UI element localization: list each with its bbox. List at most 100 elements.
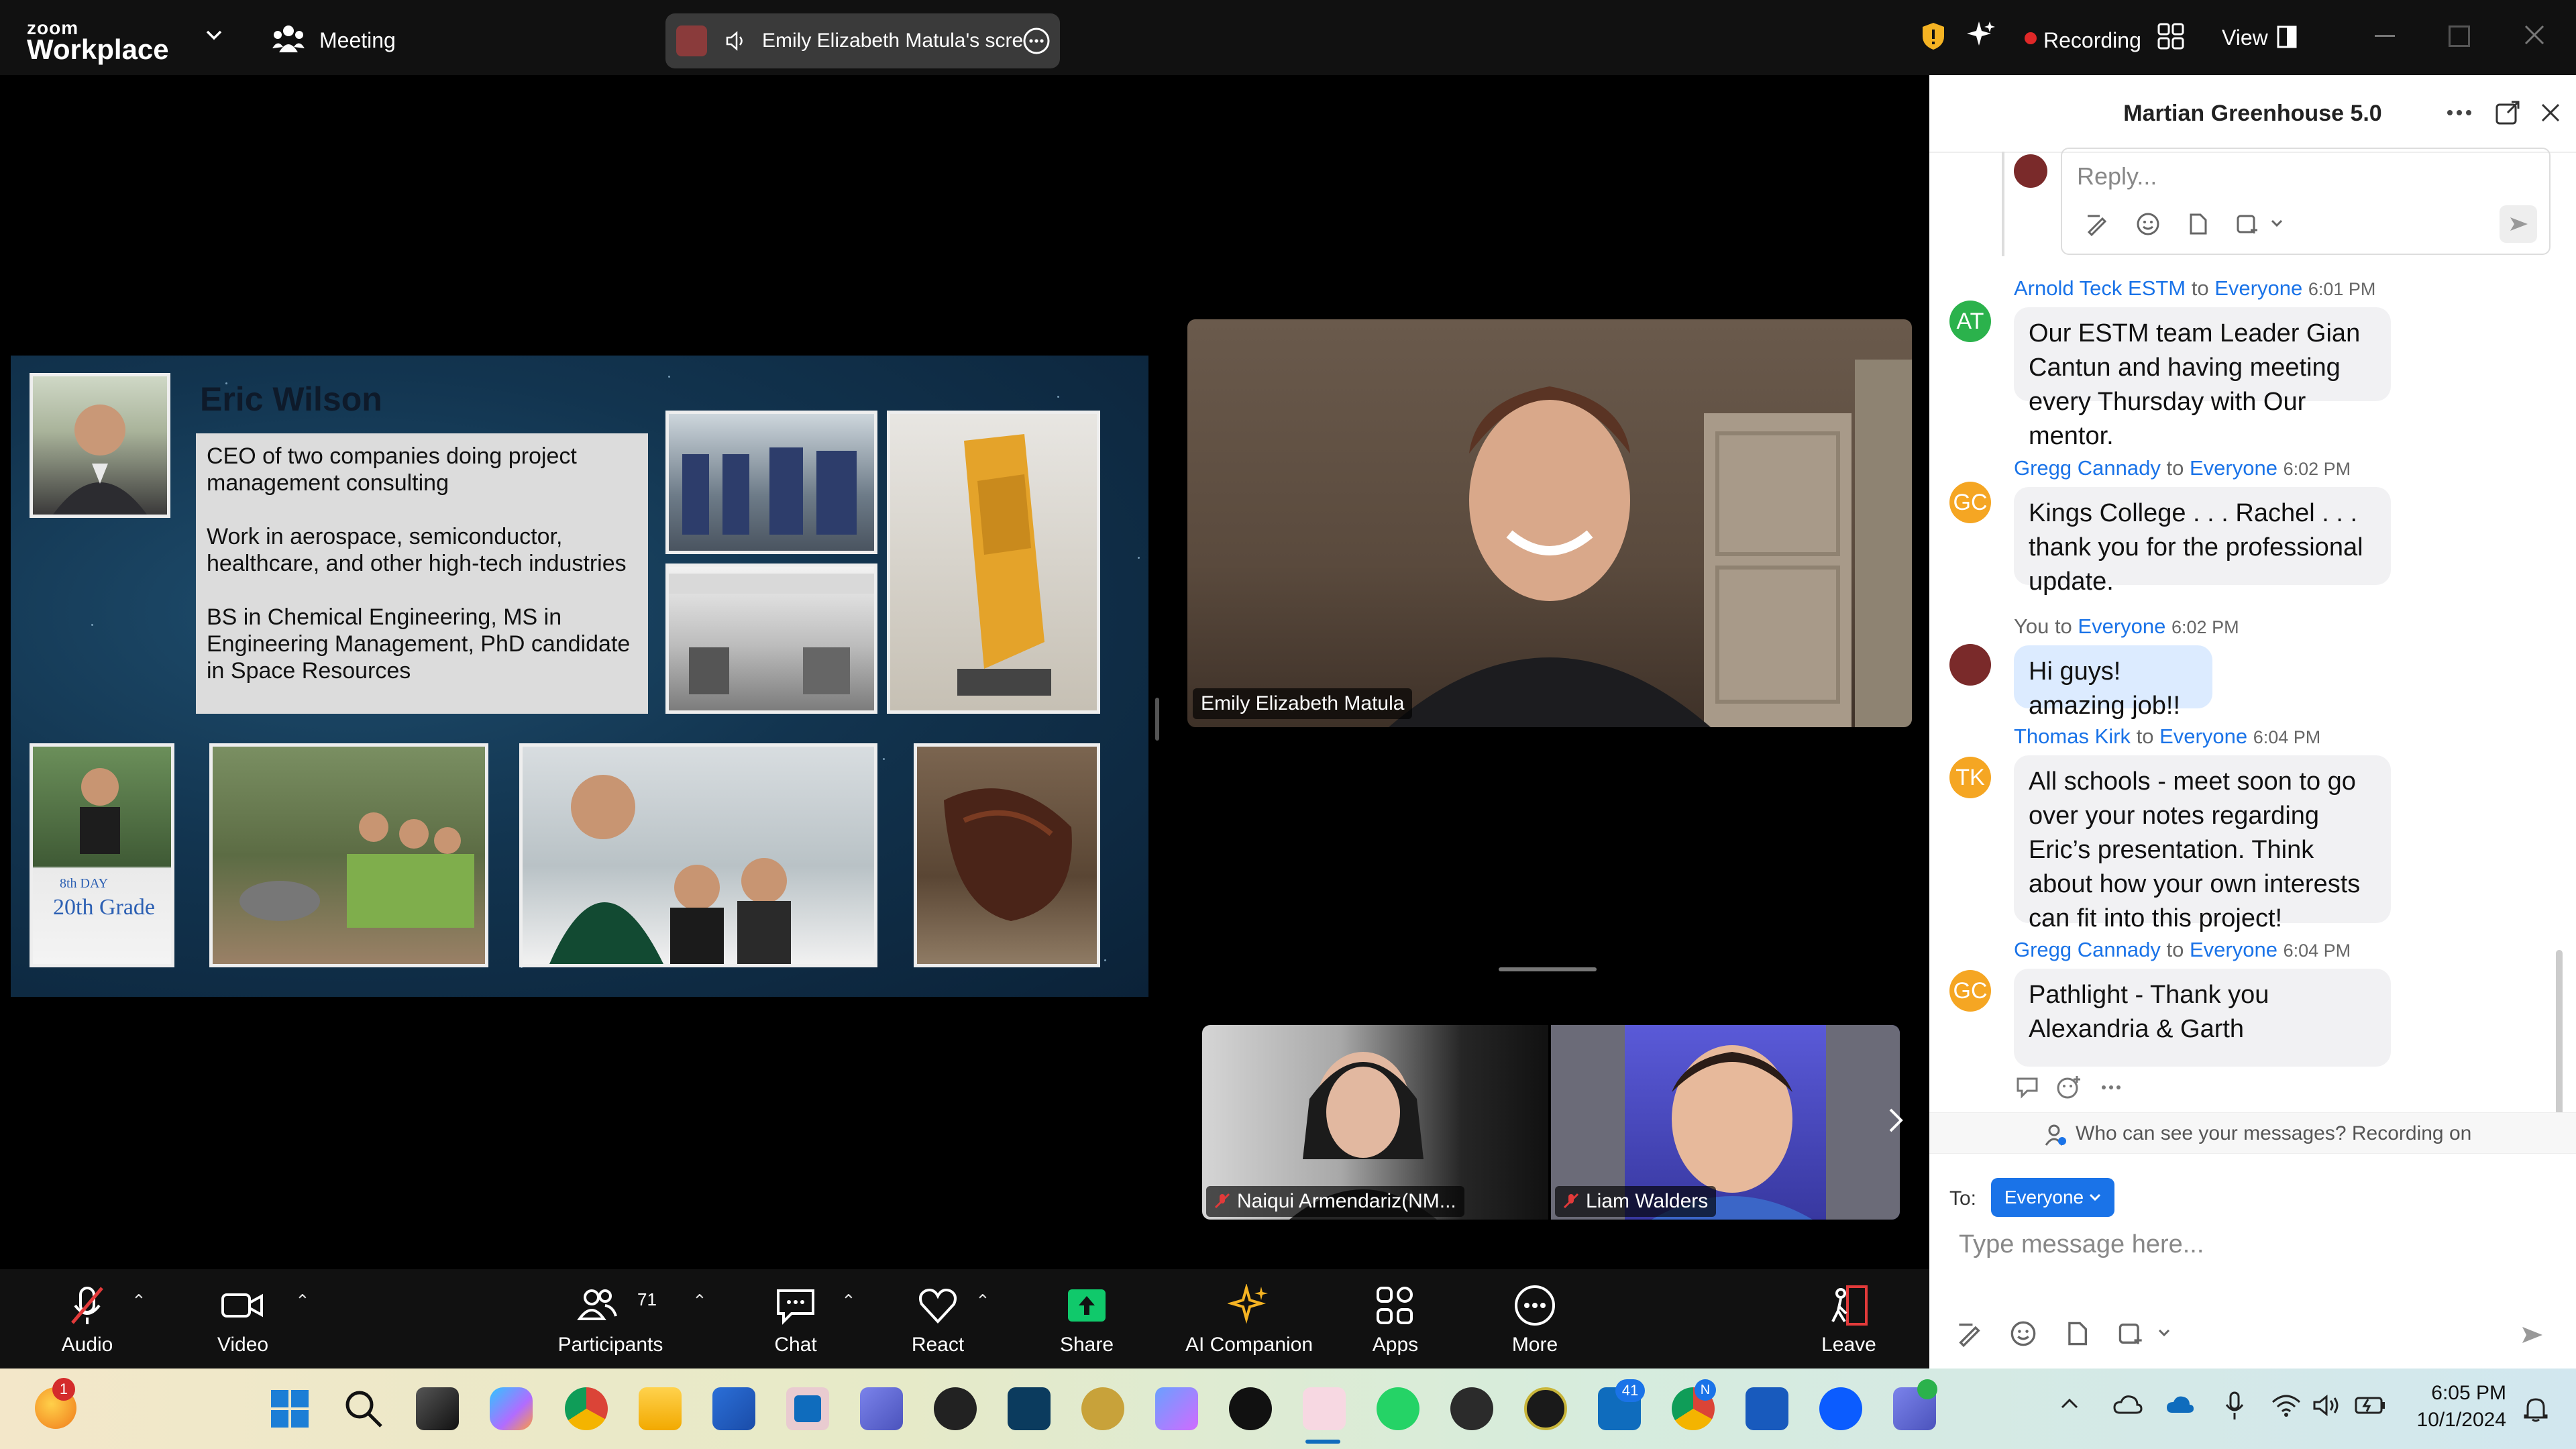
participants-button[interactable]: 71 Participants: [550, 1269, 671, 1368]
windows-start-icon[interactable]: [270, 1389, 310, 1429]
obs-icon[interactable]: [1450, 1387, 1493, 1430]
message-bubble[interactable]: Our ESTM team Leader Gian Cantun and hav…: [2014, 307, 2391, 450]
onedrive-icon[interactable]: [2165, 1394, 2195, 1414]
close-chat-icon[interactable]: [2540, 102, 2561, 123]
send-icon[interactable]: [2516, 1319, 2548, 1351]
file-explorer-icon[interactable]: [639, 1387, 682, 1430]
recipient-dropdown[interactable]: Everyone: [1991, 1178, 2114, 1217]
participant-tile-1[interactable]: Naiqui Armendariz(NM...: [1202, 1025, 1548, 1220]
minimize-icon[interactable]: [2375, 35, 2395, 37]
more-button[interactable]: More: [1488, 1269, 1582, 1368]
visibility-note-bar[interactable]: Who can see your messages? Recording on: [1929, 1112, 2576, 1154]
speaker-video[interactable]: Emily Elizabeth Matula: [1187, 319, 1912, 727]
video-label: Video: [217, 1334, 269, 1356]
snipping-tool-icon[interactable]: [1303, 1387, 1346, 1430]
leave-button[interactable]: Leave: [1802, 1269, 1896, 1368]
app-icon[interactable]: [1524, 1387, 1567, 1430]
react-button[interactable]: React: [891, 1269, 985, 1368]
screenshot-icon[interactable]: [2117, 1320, 2144, 1347]
outlook-icon[interactable]: [786, 1387, 829, 1430]
sender-name[interactable]: Gregg Cannady: [2014, 938, 2161, 961]
close-icon[interactable]: [2524, 24, 2545, 46]
sender-name[interactable]: Thomas Kirk: [2014, 724, 2131, 748]
video-button[interactable]: Video: [196, 1269, 290, 1368]
store-icon[interactable]: [712, 1387, 755, 1430]
volume-icon[interactable]: [2313, 1394, 2343, 1417]
chevron-up-icon[interactable]: [2059, 1397, 2080, 1410]
react-options-caret-icon[interactable]: ⌃: [975, 1291, 990, 1311]
app-icon[interactable]: [1008, 1387, 1051, 1430]
sender-name[interactable]: Arnold Teck ESTM: [2014, 276, 2186, 300]
message-bubble[interactable]: Hi guys! amazing job!!: [2014, 645, 2212, 720]
splitter-handle[interactable]: [1155, 698, 1159, 741]
view-layout-icon[interactable]: [2277, 25, 2297, 48]
send-button[interactable]: [2500, 205, 2537, 243]
message-bubble[interactable]: Kings College . . . Rachel . . . thank y…: [2014, 487, 2391, 596]
message-bubble[interactable]: Pathlight - Thank you Alexandria & Garth: [2014, 969, 2391, 1067]
graduation-photo: 8th DAY 20th Grade: [30, 743, 174, 967]
more-options-icon[interactable]: [1022, 27, 1051, 55]
clock-time[interactable]: 6:05 PM: [2388, 1382, 2506, 1405]
emoji-icon[interactable]: [2010, 1320, 2037, 1347]
reply-thread-icon[interactable]: [2015, 1075, 2042, 1099]
message-bubble[interactable]: All schools - meet soon to go over your …: [2014, 755, 2391, 932]
search-icon[interactable]: [343, 1389, 384, 1429]
notification-bell-icon[interactable]: [2524, 1395, 2548, 1422]
teams-icon[interactable]: [860, 1387, 903, 1430]
format-icon[interactable]: [1956, 1320, 1983, 1347]
chat-button[interactable]: Chat: [749, 1269, 843, 1368]
screenshot-icon[interactable]: [2235, 212, 2259, 236]
reply-box[interactable]: Reply...: [2061, 148, 2551, 255]
clock-date[interactable]: 10/1/2024: [2388, 1409, 2506, 1432]
sparkle-icon[interactable]: [1964, 19, 1996, 51]
sender-name[interactable]: Gregg Cannady: [2014, 456, 2161, 480]
add-reaction-icon[interactable]: [2055, 1075, 2082, 1099]
microphone-icon[interactable]: [2224, 1391, 2245, 1421]
audio-button[interactable]: Audio: [40, 1269, 134, 1368]
pop-out-icon[interactable]: [2494, 99, 2521, 126]
chrome-icon[interactable]: [565, 1387, 608, 1430]
format-icon[interactable]: [2085, 212, 2109, 236]
gallery-grid-icon[interactable]: [2157, 23, 2184, 50]
emoji-icon[interactable]: [2136, 212, 2160, 236]
file-icon[interactable]: [2186, 212, 2210, 236]
audio-options-caret-icon[interactable]: ⌃: [131, 1291, 146, 1311]
chevron-down-icon[interactable]: [2157, 1328, 2171, 1338]
participants-options-caret-icon[interactable]: ⌃: [692, 1291, 707, 1311]
chevron-down-icon[interactable]: [204, 28, 224, 42]
app-icon[interactable]: [1229, 1387, 1272, 1430]
game-controller-icon[interactable]: [1155, 1387, 1198, 1430]
file-icon[interactable]: [2063, 1320, 2090, 1347]
app-icon[interactable]: [934, 1387, 977, 1430]
avatar-GC: GC: [1949, 970, 1991, 1012]
video-options-caret-icon[interactable]: ⌃: [295, 1291, 310, 1311]
message-input[interactable]: Type message here...: [1959, 1230, 2536, 1277]
chat-scrollbar[interactable]: [2556, 950, 2563, 1115]
chevron-down-icon[interactable]: [2270, 219, 2284, 228]
task-view-icon[interactable]: [416, 1387, 459, 1430]
word-icon[interactable]: [1746, 1387, 1788, 1430]
app-icon[interactable]: [1081, 1387, 1124, 1430]
meeting-icon: [272, 24, 305, 54]
chevron-right-icon[interactable]: [1888, 1107, 1904, 1134]
battery-icon[interactable]: [2355, 1395, 2385, 1415]
zoom-icon[interactable]: [1819, 1387, 1862, 1430]
participant-tile-2[interactable]: Liam Walders: [1551, 1025, 1900, 1220]
maximize-icon[interactable]: [2449, 25, 2470, 47]
apps-button[interactable]: Apps: [1348, 1269, 1442, 1368]
ai-companion-button[interactable]: AI Companion: [1175, 1269, 1323, 1368]
copilot-icon[interactable]: [490, 1387, 533, 1430]
screen-share-pill[interactable]: Emily Elizabeth Matula's scre: [665, 13, 1060, 68]
wifi-icon[interactable]: [2271, 1394, 2301, 1417]
view-label[interactable]: View: [2222, 25, 2268, 50]
shield-icon[interactable]: [1921, 21, 1945, 51]
share-button[interactable]: Share: [1040, 1269, 1134, 1368]
whatsapp-icon[interactable]: [1377, 1387, 1419, 1430]
chat-options-caret-icon[interactable]: ⌃: [841, 1291, 856, 1311]
cloud-icon[interactable]: [2113, 1394, 2143, 1414]
more-options-icon[interactable]: [2446, 109, 2473, 117]
video-drag-handle[interactable]: [1499, 967, 1597, 971]
meeting-label[interactable]: Meeting: [319, 28, 396, 53]
recording-label[interactable]: Recording: [2043, 28, 2141, 53]
message-more-icon[interactable]: [2101, 1084, 2121, 1091]
